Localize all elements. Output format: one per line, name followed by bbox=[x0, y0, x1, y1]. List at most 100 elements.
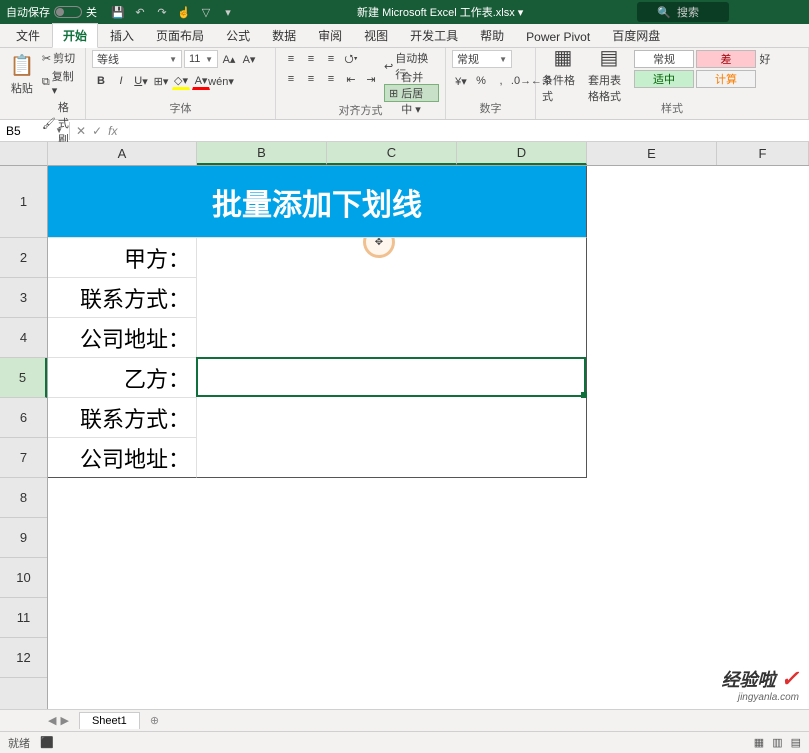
filter-icon[interactable]: ▽ bbox=[197, 3, 215, 21]
copy-button[interactable]: ⧉复制 ▾ bbox=[42, 68, 79, 97]
row-header-5[interactable]: 5 bbox=[0, 358, 47, 398]
label-cell-row4[interactable]: 公司地址： bbox=[48, 318, 197, 358]
style-good-partial[interactable]: 好 bbox=[758, 51, 772, 67]
data-cell-area-row2[interactable] bbox=[197, 238, 587, 278]
indent-increase-icon[interactable]: ⇥ bbox=[362, 70, 380, 88]
undo-icon[interactable]: ↶ bbox=[131, 3, 149, 21]
row-header-12[interactable]: 12 bbox=[0, 638, 47, 678]
add-sheet-button[interactable]: ⊕ bbox=[142, 712, 167, 729]
label-cell-row2[interactable]: 甲方： bbox=[48, 238, 197, 278]
sheet-next-icon[interactable]: ▶ bbox=[60, 714, 68, 727]
align-bottom-icon[interactable]: ≡ bbox=[322, 50, 340, 68]
label-cell-row5[interactable]: 乙方： bbox=[48, 358, 197, 398]
col-header-B[interactable]: B bbox=[197, 142, 327, 165]
label-cell-row3[interactable]: 联系方式： bbox=[48, 278, 197, 318]
row-header-9[interactable]: 9 bbox=[0, 518, 47, 558]
row-header-3[interactable]: 3 bbox=[0, 278, 47, 318]
row-header-1[interactable]: 1 bbox=[0, 166, 47, 238]
underline-icon[interactable]: U▾ bbox=[132, 72, 150, 90]
name-box[interactable]: B5▼ bbox=[0, 122, 70, 140]
enter-formula-icon[interactable]: ✓ bbox=[92, 124, 102, 138]
comma-icon[interactable]: , bbox=[492, 72, 510, 90]
label-cell-row6[interactable]: 联系方式： bbox=[48, 398, 197, 438]
redo-icon[interactable]: ↷ bbox=[153, 3, 171, 21]
view-pagebreak-icon[interactable]: ▤ bbox=[791, 736, 801, 749]
cond-format-icon: ▦ bbox=[554, 45, 573, 70]
fill-color-icon[interactable]: ◇▾ bbox=[172, 72, 190, 90]
fx-icon[interactable]: fx bbox=[108, 124, 117, 138]
ribbon-tab-9[interactable]: 帮助 bbox=[470, 24, 514, 47]
chevron-down-icon: ▼ bbox=[499, 55, 507, 64]
align-middle-icon[interactable]: ≡ bbox=[302, 50, 320, 68]
align-top-icon[interactable]: ≡ bbox=[282, 50, 300, 68]
ribbon-tab-2[interactable]: 插入 bbox=[100, 24, 144, 47]
ribbon-tab-4[interactable]: 公式 bbox=[216, 24, 260, 47]
indent-decrease-icon[interactable]: ⇤ bbox=[342, 70, 360, 88]
style-normal[interactable]: 常规 bbox=[634, 50, 694, 68]
row-header-11[interactable]: 11 bbox=[0, 598, 47, 638]
number-format-select[interactable]: 常规▼ bbox=[452, 50, 512, 68]
merge-center-button[interactable]: ⊞合并后居中 ▾ bbox=[384, 84, 439, 102]
orientation-icon[interactable]: ⭯▾ bbox=[342, 50, 360, 68]
ribbon-tab-0[interactable]: 文件 bbox=[6, 24, 50, 47]
style-good[interactable]: 适中 bbox=[634, 70, 694, 88]
col-header-C[interactable]: C bbox=[327, 142, 457, 165]
col-header-F[interactable]: F bbox=[717, 142, 809, 165]
data-cell-area-row7[interactable] bbox=[197, 438, 587, 478]
row-header-8[interactable]: 8 bbox=[0, 478, 47, 518]
autosave-toggle[interactable] bbox=[54, 6, 82, 18]
formula-bar[interactable] bbox=[123, 129, 809, 133]
data-cell-area-row3[interactable] bbox=[197, 278, 587, 318]
align-left-icon[interactable]: ≡ bbox=[282, 70, 300, 88]
increase-font-icon[interactable]: A▴ bbox=[220, 50, 238, 68]
ribbon-tab-5[interactable]: 数据 bbox=[262, 24, 306, 47]
ribbon-tab-6[interactable]: 审阅 bbox=[308, 24, 352, 47]
border-icon[interactable]: ⊞▾ bbox=[152, 72, 170, 90]
cancel-formula-icon[interactable]: ✕ bbox=[76, 124, 86, 138]
view-normal-icon[interactable]: ▦ bbox=[754, 736, 764, 749]
touch-icon[interactable]: ☝ bbox=[175, 3, 193, 21]
sheet-tab[interactable]: Sheet1 bbox=[79, 712, 140, 729]
save-icon[interactable]: 💾 bbox=[109, 3, 127, 21]
view-layout-icon[interactable]: ▥ bbox=[772, 736, 782, 749]
ribbon-tab-8[interactable]: 开发工具 bbox=[400, 24, 468, 47]
currency-icon[interactable]: ¥▾ bbox=[452, 72, 470, 90]
conditional-format-button[interactable]: ▦条件格式 bbox=[542, 50, 584, 98]
row-header-4[interactable]: 4 bbox=[0, 318, 47, 358]
row-header-6[interactable]: 6 bbox=[0, 398, 47, 438]
title-cell[interactable]: 批量添加下划线 bbox=[48, 166, 587, 238]
row-header-2[interactable]: 2 bbox=[0, 238, 47, 278]
italic-icon[interactable]: I bbox=[112, 72, 130, 90]
table-format-button[interactable]: ▤套用表格格式 bbox=[588, 50, 630, 98]
paste-button[interactable]: 📋 粘贴 bbox=[6, 50, 38, 98]
col-header-E[interactable]: E bbox=[587, 142, 717, 165]
data-cell-area-row5[interactable] bbox=[197, 358, 587, 398]
record-macro-icon[interactable]: ⬛ bbox=[40, 736, 54, 749]
data-cell-area-row4[interactable] bbox=[197, 318, 587, 358]
search-input[interactable]: 🔍 搜索 bbox=[637, 2, 729, 22]
bold-icon[interactable]: B bbox=[92, 72, 110, 90]
decrease-font-icon[interactable]: A▾ bbox=[240, 50, 258, 68]
font-name-select[interactable]: 等线▼ bbox=[92, 50, 182, 68]
increase-decimal-icon[interactable]: .0→ bbox=[512, 72, 530, 90]
style-calc[interactable]: 计算 bbox=[696, 70, 756, 88]
style-bad[interactable]: 差 bbox=[696, 50, 756, 68]
ribbon-tab-3[interactable]: 页面布局 bbox=[146, 24, 214, 47]
select-all-corner[interactable] bbox=[0, 142, 48, 166]
percent-icon[interactable]: % bbox=[472, 72, 490, 90]
qat-more-icon[interactable]: ▾ bbox=[219, 3, 237, 21]
cut-button[interactable]: ✂剪切 bbox=[42, 50, 75, 66]
col-header-D[interactable]: D bbox=[457, 142, 587, 165]
row-header-7[interactable]: 7 bbox=[0, 438, 47, 478]
sheet-prev-icon[interactable]: ◀ bbox=[48, 714, 56, 727]
ribbon-tab-7[interactable]: 视图 bbox=[354, 24, 398, 47]
align-right-icon[interactable]: ≡ bbox=[322, 70, 340, 88]
data-cell-area-row6[interactable] bbox=[197, 398, 587, 438]
align-center-icon[interactable]: ≡ bbox=[302, 70, 320, 88]
label-cell-row7[interactable]: 公司地址： bbox=[48, 438, 197, 478]
font-size-select[interactable]: 11▼ bbox=[184, 50, 218, 68]
col-header-A[interactable]: A bbox=[48, 142, 197, 165]
ribbon-tab-1[interactable]: 开始 bbox=[52, 23, 98, 48]
phonetic-icon[interactable]: wén▾ bbox=[212, 72, 230, 90]
row-header-10[interactable]: 10 bbox=[0, 558, 47, 598]
